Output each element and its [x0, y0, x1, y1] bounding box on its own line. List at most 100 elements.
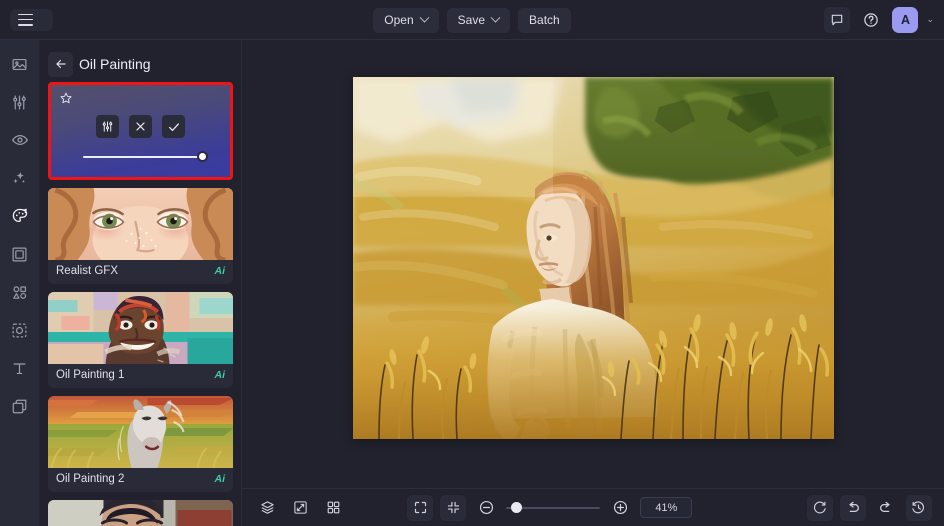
- bottom-toolbar-right: [806, 494, 932, 521]
- slider-track: [83, 156, 204, 158]
- fit-screen-icon: [414, 501, 426, 514]
- effect-card[interactable]: Oil Painting 2 Ai: [48, 396, 233, 492]
- rail-item-frame[interactable]: [6, 240, 34, 268]
- rail-item-text[interactable]: [6, 354, 34, 382]
- bottom-toolbar-left: [254, 495, 346, 521]
- grid-button[interactable]: [320, 495, 346, 521]
- panel-header: Oil Painting: [40, 46, 241, 82]
- effect-card-label: Oil Painting 2 Ai: [48, 468, 233, 492]
- main-body: Oil Painting Realist GFX Ai Oil Painting…: [0, 40, 944, 526]
- effect-card[interactable]: [48, 500, 233, 526]
- top-bar: Open Save Batch A ⌄: [0, 0, 944, 40]
- rail-item-effects[interactable]: [6, 164, 34, 192]
- layers-button[interactable]: [254, 495, 280, 521]
- effect-thumbnail: [48, 188, 233, 260]
- effect-thumbnail: [48, 500, 233, 526]
- chevron-down-icon: [490, 12, 501, 23]
- zoom-out-button[interactable]: [473, 495, 499, 521]
- effect-card[interactable]: Realist GFX Ai: [48, 188, 233, 284]
- rail-item-duplicate[interactable]: [6, 392, 34, 420]
- rail-item-cutout[interactable]: [6, 316, 34, 344]
- effect-thumbnail: [48, 292, 233, 364]
- reset-button[interactable]: [806, 494, 833, 521]
- thumb-oil-painting-2: [48, 396, 233, 468]
- effects-list[interactable]: Realist GFX Ai Oil Painting 1 Ai Oil Pai…: [40, 82, 241, 526]
- open-button-label: Open: [384, 13, 414, 27]
- app-root: Open Save Batch A ⌄ Oil Painting Realist…: [0, 0, 944, 526]
- rail-item-artistic[interactable]: [6, 202, 34, 230]
- history-button[interactable]: [905, 494, 932, 521]
- reset-icon: [814, 501, 827, 514]
- palette-icon: [12, 208, 27, 222]
- zoom-out-icon: [479, 500, 493, 515]
- avatar[interactable]: A: [892, 6, 919, 33]
- effect-card-selected[interactable]: [48, 82, 233, 180]
- ai-badge: Ai: [214, 369, 226, 381]
- open-button[interactable]: Open: [373, 7, 439, 33]
- check-icon: [168, 122, 179, 131]
- panel-title: Oil Painting: [79, 56, 151, 72]
- image-icon: [12, 58, 27, 70]
- close-icon: [136, 122, 145, 131]
- undo-icon: [849, 501, 859, 512]
- effect-name: Oil Painting 2: [56, 473, 125, 485]
- effect-card-label: Oil Painting 1 Ai: [48, 364, 233, 388]
- rail-item-adjust[interactable]: [6, 88, 34, 116]
- effect-card[interactable]: Oil Painting 1 Ai: [48, 292, 233, 388]
- back-button[interactable]: [48, 51, 73, 77]
- batch-button[interactable]: Batch: [518, 7, 571, 33]
- avatar-chevron-down-icon[interactable]: ⌄: [926, 14, 934, 25]
- cutout-icon: [12, 323, 27, 337]
- zoom-controls: 41%: [407, 494, 693, 521]
- effect-apply-button[interactable]: [162, 115, 185, 138]
- frame-icon: [12, 247, 27, 261]
- artboard[interactable]: [352, 77, 834, 439]
- history-icon: [912, 501, 925, 514]
- redo-icon: [880, 501, 890, 512]
- layers-copy-icon: [12, 399, 27, 413]
- zoom-slider-knob[interactable]: [510, 502, 522, 513]
- help-button[interactable]: [858, 7, 884, 33]
- shapes-icon: [13, 285, 27, 299]
- feedback-button[interactable]: [824, 6, 851, 33]
- sparkles-icon: [13, 171, 25, 183]
- question-circle-icon: [864, 12, 879, 27]
- arrow-left-icon: [55, 59, 66, 69]
- canvas-viewport[interactable]: [242, 40, 944, 488]
- effects-panel: Oil Painting Realist GFX Ai Oil Painting…: [40, 40, 242, 526]
- text-icon: [13, 362, 26, 374]
- rail-item-retouch[interactable]: [6, 126, 34, 154]
- save-button[interactable]: Save: [446, 7, 511, 33]
- star-outline-icon[interactable]: [59, 91, 73, 105]
- compare-icon: [293, 501, 307, 514]
- slider-knob[interactable]: [197, 151, 208, 162]
- rail-item-image[interactable]: [6, 50, 34, 78]
- compare-button[interactable]: [287, 495, 313, 521]
- effect-name: Oil Painting 1: [56, 369, 125, 381]
- zoom-in-icon: [613, 500, 627, 515]
- zoom-level-input[interactable]: 41%: [640, 497, 693, 518]
- layers-icon: [260, 501, 274, 514]
- app-menu-button[interactable]: [10, 8, 53, 31]
- effect-preview-active: [51, 85, 230, 177]
- actual-size-button[interactable]: [440, 494, 467, 521]
- bottom-toolbar: 41%: [242, 488, 944, 526]
- adjust-sliders-icon: [13, 95, 26, 109]
- thumb-realist-gfx: [48, 188, 233, 260]
- effect-card-label: Realist GFX Ai: [48, 260, 233, 284]
- edited-image: [352, 77, 834, 439]
- undo-button[interactable]: [839, 494, 866, 521]
- effect-cancel-button[interactable]: [129, 115, 152, 138]
- zoom-in-button[interactable]: [607, 495, 633, 521]
- effect-intensity-slider[interactable]: [83, 151, 208, 163]
- shrink-icon: [447, 501, 459, 514]
- effect-settings-button[interactable]: [96, 115, 119, 138]
- center-toolbar: Open Save Batch: [0, 0, 944, 40]
- redo-button[interactable]: [873, 495, 899, 521]
- fit-screen-button[interactable]: [407, 494, 434, 521]
- effect-name: Realist GFX: [56, 265, 118, 277]
- zoom-slider[interactable]: [506, 501, 601, 515]
- canvas-region: 41%: [242, 40, 944, 526]
- sliders-icon: [102, 121, 113, 132]
- rail-item-shapes[interactable]: [6, 278, 34, 306]
